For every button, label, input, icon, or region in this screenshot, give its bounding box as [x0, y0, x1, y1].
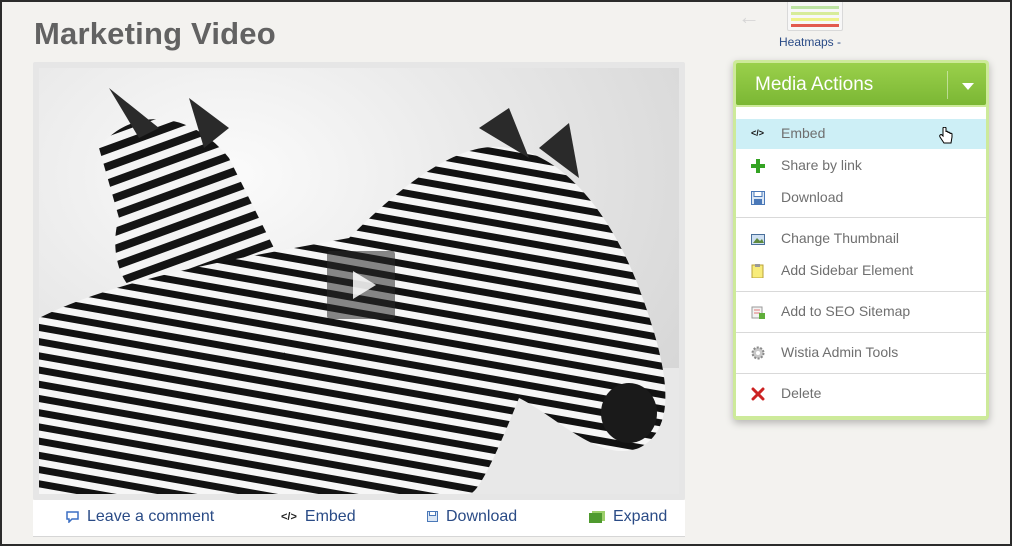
menu-item-label: Wistia Admin Tools — [781, 344, 899, 360]
back-arrow-icon[interactable]: ← — [738, 4, 760, 30]
hand-cursor-icon — [939, 127, 953, 144]
menu-item-download[interactable]: Download — [736, 183, 986, 213]
page-title: Marketing Video — [34, 16, 276, 51]
divider — [736, 217, 986, 218]
menu-item-label: Add Sidebar Element — [781, 262, 914, 278]
comment-icon — [66, 511, 79, 523]
download-link[interactable]: Download — [427, 508, 517, 526]
media-actions-title: Media Actions — [755, 74, 874, 95]
play-button[interactable] — [327, 251, 395, 319]
leave-comment-link[interactable]: Leave a comment — [66, 508, 214, 526]
menu-item-add-sidebar-element[interactable]: Add Sidebar Element — [736, 256, 986, 286]
note-icon — [751, 264, 764, 278]
menu-item-label: Download — [781, 189, 844, 205]
heatmaps-label[interactable]: Heatmaps - — [774, 35, 846, 49]
menu-item-label: Share by link — [781, 157, 862, 173]
disk-icon — [751, 191, 765, 205]
media-actions-dropdown: </> Embed Share by link Download Change … — [736, 107, 986, 416]
expand-icon — [589, 510, 605, 523]
gear-icon — [751, 346, 765, 360]
expand-link[interactable]: Expand — [589, 508, 667, 526]
menu-item-label: Add to SEO Sitemap — [781, 303, 911, 319]
disk-icon — [427, 511, 438, 523]
delete-icon — [751, 387, 765, 401]
menu-item-label: Delete — [781, 385, 822, 401]
heatmaps-link[interactable]: Heatmaps - — [774, 2, 846, 49]
download-label: Download — [446, 508, 518, 525]
divider — [736, 332, 986, 333]
embed-code-icon: </> — [281, 510, 297, 523]
leave-comment-label: Leave a comment — [87, 508, 215, 525]
video-thumbnail[interactable] — [39, 68, 679, 494]
embed-label: Embed — [304, 508, 356, 525]
plus-icon — [751, 159, 765, 173]
menu-item-label: Change Thumbnail — [781, 230, 900, 246]
embed-code-icon: </> — [751, 128, 765, 138]
sitemap-icon — [751, 306, 765, 319]
play-icon — [353, 271, 376, 299]
divider — [736, 291, 986, 292]
video-player[interactable] — [33, 62, 685, 500]
menu-item-change-thumbnail[interactable]: Change Thumbnail — [736, 224, 986, 254]
divider — [736, 373, 986, 374]
menu-item-delete[interactable]: Delete — [736, 379, 986, 409]
menu-item-wistia-admin-tools[interactable]: Wistia Admin Tools — [736, 338, 986, 368]
media-actions-menu: Media Actions </> Embed Share by link Do… — [733, 60, 989, 420]
divider — [947, 71, 948, 99]
thumbnail-icon — [751, 234, 765, 245]
heatmap-thumbnail[interactable] — [787, 2, 843, 31]
video-action-bar: Leave a comment </> Embed Download Expand — [33, 500, 685, 537]
expand-label: Expand — [613, 508, 668, 525]
chevron-down-icon[interactable] — [962, 83, 974, 90]
menu-item-embed[interactable]: </> Embed — [736, 119, 986, 149]
menu-item-share-by-link[interactable]: Share by link — [736, 151, 986, 181]
media-actions-button[interactable]: Media Actions — [736, 63, 986, 105]
menu-item-label: Embed — [781, 125, 826, 141]
embed-link[interactable]: </> Embed — [281, 508, 356, 526]
menu-item-add-to-seo-sitemap[interactable]: Add to SEO Sitemap — [736, 297, 986, 327]
